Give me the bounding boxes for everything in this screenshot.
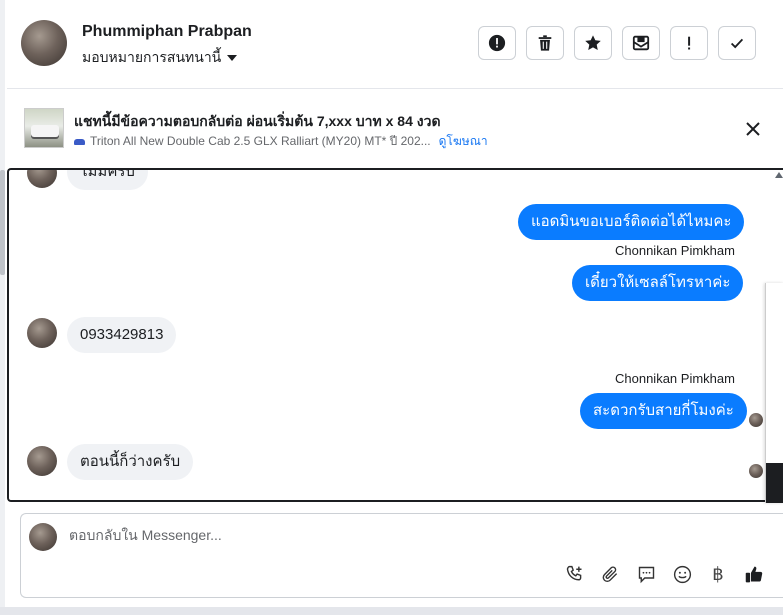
side-panel-edge[interactable] <box>765 283 783 503</box>
mark-done-button[interactable] <box>718 26 756 60</box>
assign-conversation-dropdown[interactable]: มอบหมายการสนทนานี้ <box>82 47 238 69</box>
scrollbar-thumb[interactable] <box>0 170 5 275</box>
ad-subtitle: Triton All New Double Cab 2.5 GLX Rallia… <box>90 134 431 148</box>
emoji-icon <box>673 565 691 583</box>
emoji-button[interactable] <box>670 562 694 586</box>
payment-button[interactable]: ฿ <box>706 562 730 586</box>
star-button[interactable] <box>574 26 612 60</box>
thumbs-up-icon <box>745 566 762 582</box>
add-call-icon <box>566 565 581 580</box>
report-button[interactable] <box>478 26 516 60</box>
contact-avatar <box>27 170 57 188</box>
caret-down-icon <box>227 55 238 62</box>
sender-name: Chonnikan Pimkham <box>615 243 735 258</box>
contact-avatar <box>27 446 57 476</box>
attach-button[interactable] <box>598 562 622 586</box>
report-icon <box>488 34 506 52</box>
message-bubble-outgoing[interactable]: เดี๋ยวให้เซลล์โทรหาค่ะ <box>572 265 744 301</box>
like-button[interactable] <box>742 562 766 586</box>
message-bubble-incoming[interactable]: ไม่มีครับ <box>67 170 148 190</box>
delete-button[interactable] <box>526 26 564 60</box>
page-avatar <box>29 523 57 551</box>
baht-icon: ฿ <box>712 563 724 585</box>
close-icon[interactable] <box>743 119 763 139</box>
car-icon <box>74 138 85 145</box>
message-bubble-outgoing[interactable]: สะดวกรับสายกี่โมงค่ะ <box>580 393 747 429</box>
view-ad-link[interactable]: ดูโฆษณา <box>439 134 488 148</box>
priority-button[interactable] <box>670 26 708 60</box>
contact-avatar[interactable] <box>21 20 67 66</box>
side-panel-dark-card <box>766 463 783 503</box>
priority-icon <box>688 36 691 50</box>
reply-composer: ฿ <box>20 513 783 598</box>
message-bubble-outgoing[interactable]: แอดมินขอเบอร์ติดต่อได้ไหมคะ <box>518 204 745 240</box>
sender-name: Chonnikan Pimkham <box>615 371 735 386</box>
star-icon <box>585 35 601 51</box>
seen-avatar <box>749 464 763 478</box>
ad-thumbnail[interactable] <box>24 108 64 148</box>
mark-unread-icon <box>632 35 650 51</box>
trash-icon <box>538 35 552 51</box>
contact-avatar <box>27 318 57 348</box>
assign-label: มอบหมายการสนทนานี้ <box>82 49 222 65</box>
attachment-icon <box>602 565 617 582</box>
message-bubble-incoming[interactable]: ตอนนี้ก็ว่างครับ <box>67 444 194 480</box>
reply-input[interactable] <box>69 527 669 543</box>
mark-unread-button[interactable] <box>622 26 660 60</box>
check-icon <box>730 38 744 49</box>
ad-title: แชทนี้มีข้อความตอบกลับต่อ ผ่อนเริ่มต้น 7… <box>74 113 441 129</box>
conversation-header: Phummiphan Prabpan มอบหมายการสนทนานี้ <box>7 0 783 89</box>
bottom-bar <box>0 607 783 615</box>
message-thread[interactable]: ไม่มีครับ แอดมินขอเบอร์ติดต่อได้ไหมคะ Ch… <box>7 168 783 502</box>
left-scrollbar[interactable] <box>0 0 5 615</box>
saved-replies-button[interactable] <box>634 562 658 586</box>
contact-name[interactable]: Phummiphan Prabpan <box>82 23 252 41</box>
saved-reply-icon <box>638 566 654 583</box>
ad-subtitle-row: Triton All New Double Cab 2.5 GLX Rallia… <box>74 132 488 151</box>
scroll-up-arrow-icon[interactable] <box>775 172 783 178</box>
ad-context-banner: แชทนี้มีข้อความตอบกลับต่อ ผ่อนเริ่มต้น 7… <box>7 89 783 167</box>
message-bubble-incoming[interactable]: 0933429813 <box>67 317 177 353</box>
seen-avatar <box>749 413 763 427</box>
add-call-button[interactable] <box>562 562 586 586</box>
